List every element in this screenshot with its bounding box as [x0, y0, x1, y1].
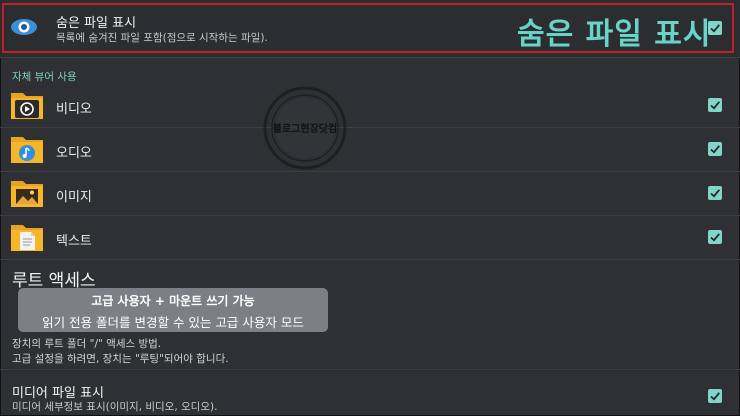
- image-checkbox[interactable]: [708, 186, 722, 200]
- viewer-item-audio[interactable]: 오디오: [0, 128, 740, 172]
- viewer-item-label: 비디오: [56, 102, 92, 117]
- toast-description: 읽기 전용 폴더를 변경할 수 있는 고급 사용자 모드: [42, 315, 304, 330]
- watermark-stamp: 블로그현장닷컴: [263, 86, 347, 170]
- watermark-text: 블로그현장닷컴: [273, 122, 337, 135]
- media-files-checkbox[interactable]: [708, 389, 722, 403]
- divider: [0, 369, 740, 370]
- image-folder-icon: [11, 181, 43, 207]
- viewer-item-image[interactable]: 이미지: [0, 172, 740, 216]
- viewer-item-label: 오디오: [56, 146, 92, 161]
- audio-folder-icon: [11, 137, 43, 163]
- video-checkbox[interactable]: [708, 98, 722, 112]
- toast-title: 고급 사용자 + 마운트 쓰기 가능: [91, 294, 255, 308]
- audio-checkbox[interactable]: [708, 142, 722, 156]
- checkmark-icon: [710, 101, 720, 110]
- viewer-item-label: 이미지: [56, 190, 92, 205]
- checkmark-icon: [710, 233, 720, 242]
- highlight-box: [2, 3, 734, 53]
- viewer-item-label: 텍스트: [56, 234, 92, 249]
- root-access-desc-2: 고급 설정을 하려면, 장치는 "루팅"되어야 합니다.: [12, 353, 229, 365]
- root-access-desc-1: 장치의 루트 폴더 "/" 액세스 방법.: [12, 338, 162, 350]
- hidden-files-setting[interactable]: 숨은 파일 표시 목록에 숨겨진 파일 포함(점으로 시작하는 파일). 숨은 …: [0, 0, 740, 58]
- media-files-subtitle: 미디어 세부정보 표시(이미지, 비디오, 오디오).: [12, 401, 218, 413]
- checkmark-icon: [710, 189, 720, 198]
- text-checkbox[interactable]: [708, 230, 722, 244]
- builtin-viewer-section-label: 자체 뷰어 사용: [12, 71, 77, 83]
- checkmark-icon: [710, 145, 720, 154]
- root-mode-toast: 고급 사용자 + 마운트 쓰기 가능 읽기 전용 폴더를 변경할 수 있는 고급…: [18, 288, 328, 332]
- viewer-item-text[interactable]: 텍스트: [0, 216, 740, 260]
- checkmark-icon: [710, 392, 720, 401]
- video-folder-icon: [11, 93, 43, 119]
- text-folder-icon: [11, 225, 43, 251]
- viewer-item-video[interactable]: 비디오: [0, 84, 740, 128]
